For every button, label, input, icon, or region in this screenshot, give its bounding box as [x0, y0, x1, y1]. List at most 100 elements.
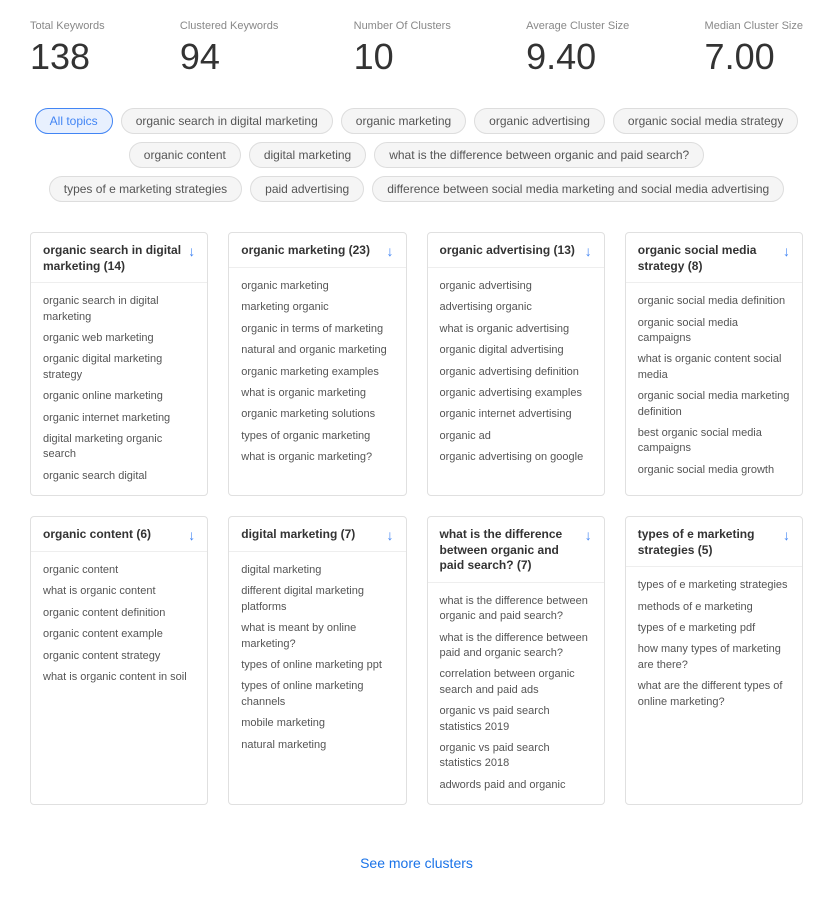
- cluster-header: digital marketing (7) ↓: [229, 517, 405, 552]
- cluster-title: organic content (6): [43, 527, 151, 543]
- cluster-card: what is the difference between organic a…: [427, 516, 605, 805]
- list-item: organic content strategy: [43, 646, 195, 667]
- cluster-card: organic advertising (13) ↓ organic adverti…: [427, 232, 605, 496]
- cluster-title: organic marketing (23): [241, 243, 370, 259]
- list-item: organic search digital: [43, 466, 195, 487]
- cluster-card: organic content (6)↓organic contentwhat …: [30, 516, 208, 805]
- list-item: what is the difference between paid and …: [440, 628, 592, 665]
- stat-item: Median Cluster Size 7.00: [705, 20, 803, 78]
- cluster-title: digital marketing (7): [241, 527, 355, 543]
- list-item: organic marketing solutions: [241, 404, 393, 425]
- cluster-title: types of e marketing strategies (5): [638, 527, 779, 558]
- list-item: organic social media marketing definitio…: [638, 386, 790, 423]
- list-item: organic marketing: [241, 276, 393, 297]
- list-item: organic marketing examples: [241, 362, 393, 383]
- list-item: different digital marketing platforms: [241, 581, 393, 618]
- list-item: what is organic content: [43, 581, 195, 602]
- list-item: what is organic advertising: [440, 319, 592, 340]
- download-icon[interactable]: ↓: [387, 527, 394, 543]
- stat-item: Average Cluster Size 9.40: [526, 20, 629, 78]
- list-item: adwords paid and organic: [440, 775, 592, 796]
- list-item: types of e marketing pdf: [638, 618, 790, 639]
- list-item: best organic social media campaigns: [638, 423, 790, 460]
- list-item: organic web marketing: [43, 328, 195, 349]
- list-item: what is meant by online marketing?: [241, 618, 393, 655]
- cluster-items: digital marketingdifferent digital marke…: [229, 552, 405, 764]
- list-item: organic advertising: [440, 276, 592, 297]
- download-icon[interactable]: ↓: [188, 243, 195, 259]
- list-item: natural marketing: [241, 735, 393, 756]
- topic-chip[interactable]: what is the difference between organic a…: [374, 142, 704, 168]
- stat-value: 94: [180, 36, 278, 78]
- cluster-title: organic social media strategy (8): [638, 243, 779, 274]
- list-item: what is organic marketing: [241, 383, 393, 404]
- list-item: organic digital marketing strategy: [43, 349, 195, 386]
- topic-chip[interactable]: organic marketing: [341, 108, 466, 134]
- stat-label: Number Of Clusters: [354, 20, 451, 32]
- cluster-items: organic marketingmarketing organicorgani…: [229, 268, 405, 477]
- topic-chip[interactable]: organic search in digital marketing: [121, 108, 333, 134]
- cluster-card: types of e marketing strategies (5)↓ type…: [625, 516, 803, 805]
- cluster-header: organic search in digital marketing (14)…: [31, 233, 207, 283]
- list-item: organic social media growth: [638, 460, 790, 481]
- cluster-header: what is the difference between organic a…: [428, 517, 604, 583]
- list-item: organic content definition: [43, 603, 195, 624]
- cluster-title: what is the difference between organic a…: [440, 527, 581, 574]
- stat-item: Total Keywords 138: [30, 20, 105, 78]
- list-item: digital marketing organic search: [43, 429, 195, 466]
- topic-chip[interactable]: digital marketing: [249, 142, 366, 168]
- topic-chip[interactable]: organic social media strategy: [613, 108, 798, 134]
- list-item: organic in terms of marketing: [241, 319, 393, 340]
- list-item: marketing organic: [241, 297, 393, 318]
- list-item: organic search in digital marketing: [43, 291, 195, 328]
- list-item: types of organic marketing: [241, 426, 393, 447]
- cluster-items: organic search in digital marketingorgan…: [31, 283, 207, 495]
- list-item: what is organic content social media: [638, 349, 790, 386]
- list-item: how many types of marketing are there?: [638, 639, 790, 676]
- download-icon[interactable]: ↓: [783, 243, 790, 259]
- topic-chip[interactable]: difference between social media marketin…: [372, 176, 784, 202]
- cluster-title: organic search in digital marketing (14): [43, 243, 184, 274]
- topic-chip[interactable]: All topics: [35, 108, 113, 134]
- cluster-items: organic social media definitionorganic s…: [626, 283, 802, 489]
- cluster-title: organic advertising (13): [440, 243, 575, 259]
- list-item: types of e marketing strategies: [638, 575, 790, 596]
- cluster-items: types of e marketing strategiesmethods o…: [626, 567, 802, 721]
- see-more-section: See more clusters: [30, 835, 803, 891]
- topic-chip[interactable]: paid advertising: [250, 176, 364, 202]
- list-item: what is organic content in soil: [43, 667, 195, 688]
- list-item: advertising organic: [440, 297, 592, 318]
- list-item: types of online marketing ppt: [241, 655, 393, 676]
- list-item: organic vs paid search statistics 2018: [440, 738, 592, 775]
- list-item: digital marketing: [241, 560, 393, 581]
- stat-label: Median Cluster Size: [705, 20, 803, 32]
- cluster-items: organic contentwhat is organic contentor…: [31, 552, 207, 696]
- list-item: organic social media campaigns: [638, 313, 790, 350]
- topic-chip[interactable]: organic advertising: [474, 108, 605, 134]
- list-item: correlation between organic search and p…: [440, 664, 592, 701]
- list-item: mobile marketing: [241, 713, 393, 734]
- cluster-items: what is the difference between organic a…: [428, 583, 604, 804]
- cluster-header: organic content (6) ↓: [31, 517, 207, 552]
- list-item: what is the difference between organic a…: [440, 591, 592, 628]
- list-item: natural and organic marketing: [241, 340, 393, 361]
- download-icon[interactable]: ↓: [783, 527, 790, 543]
- cluster-card: digital marketing (7)↓digital marketingd…: [228, 516, 406, 805]
- list-item: what are the different types of online m…: [638, 676, 790, 713]
- list-item: methods of e marketing: [638, 597, 790, 618]
- see-more-button[interactable]: See more clusters: [360, 855, 473, 871]
- stat-item: Number Of Clusters 10: [354, 20, 451, 78]
- download-icon[interactable]: ↓: [585, 243, 592, 259]
- clusters-grid: organic search in digital marketing (14)…: [30, 232, 803, 805]
- list-item: organic content: [43, 560, 195, 581]
- download-icon[interactable]: ↓: [585, 527, 592, 543]
- topic-chip[interactable]: organic content: [129, 142, 241, 168]
- stat-item: Clustered Keywords 94: [180, 20, 278, 78]
- list-item: organic advertising on google: [440, 447, 592, 468]
- topic-chip[interactable]: types of e marketing strategies: [49, 176, 242, 202]
- download-icon[interactable]: ↓: [188, 527, 195, 543]
- list-item: organic advertising definition: [440, 362, 592, 383]
- list-item: organic content example: [43, 624, 195, 645]
- list-item: organic vs paid search statistics 2019: [440, 701, 592, 738]
- download-icon[interactable]: ↓: [387, 243, 394, 259]
